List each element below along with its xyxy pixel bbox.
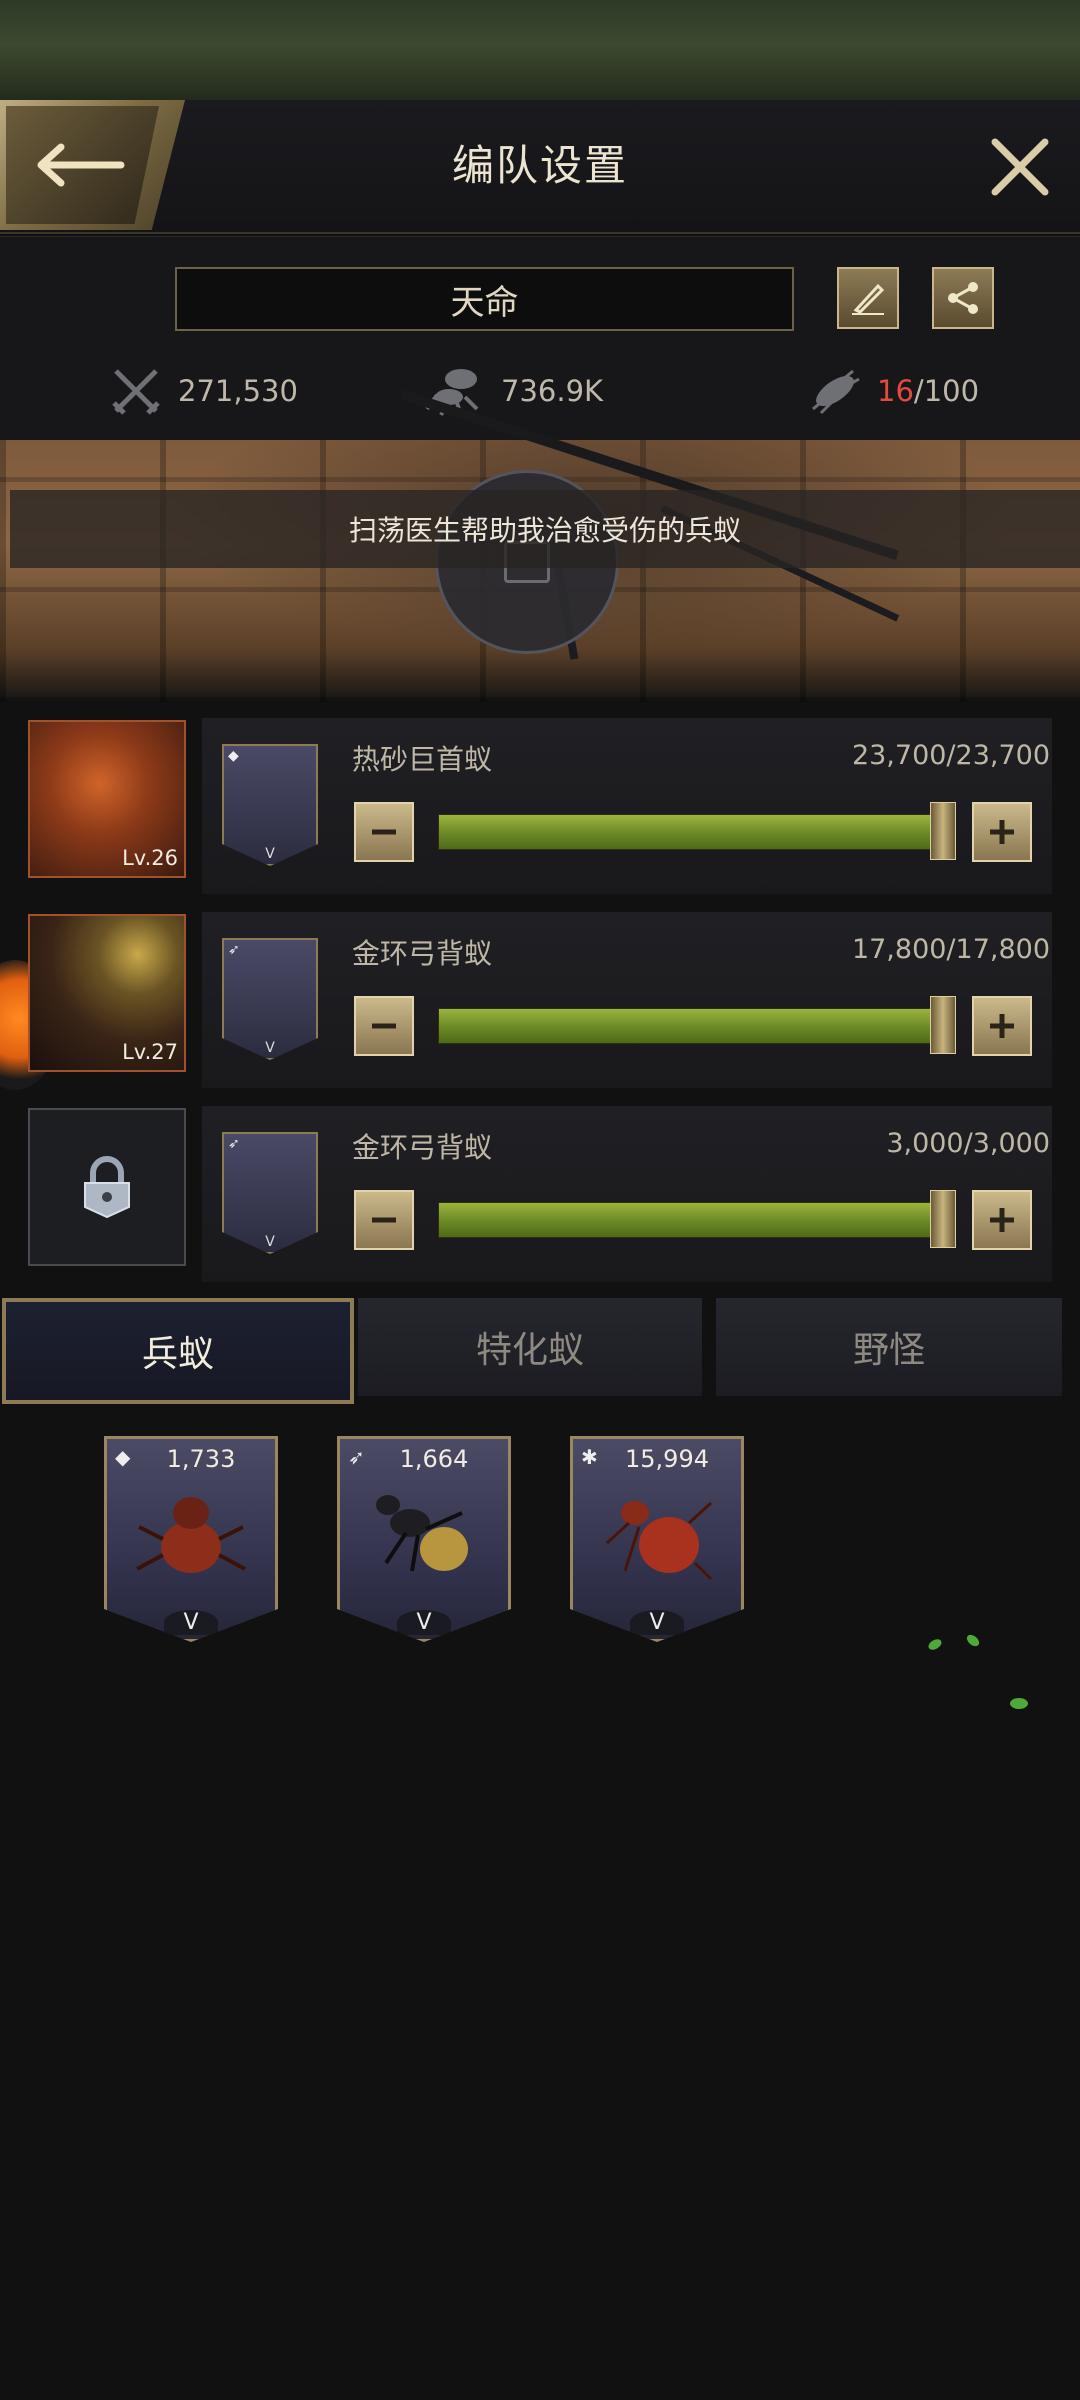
- background-forest: [0, 0, 1080, 110]
- bow-icon: ➶: [228, 942, 240, 958]
- edit-name-button[interactable]: [837, 267, 899, 329]
- increase-button[interactable]: [972, 1190, 1032, 1250]
- troop-count-current: 16: [877, 374, 914, 408]
- ant-rank: V: [630, 1610, 684, 1635]
- plus-icon: [990, 1208, 1014, 1232]
- quantity-slider-track[interactable]: [438, 1202, 940, 1238]
- slot-level: Lv.26: [122, 846, 178, 870]
- decrease-button[interactable]: [354, 802, 414, 862]
- ant-count: 1,664: [399, 1445, 469, 1473]
- ant-count: 1,733: [166, 1445, 236, 1473]
- ant-count: 15,994: [625, 1445, 709, 1473]
- leaf-decoration: [926, 1637, 944, 1652]
- unit-count: 17,800/17,800: [851, 934, 1050, 965]
- team-name-field[interactable]: 天命: [175, 267, 794, 331]
- load-value: 736.9K: [501, 374, 604, 408]
- share-button[interactable]: [932, 267, 994, 329]
- troop-count-separator: /: [913, 374, 924, 408]
- bow-icon: ➶: [228, 1136, 240, 1152]
- unit-card[interactable]: ➶ V: [222, 1132, 318, 1254]
- close-button[interactable]: [985, 132, 1055, 202]
- troop-row-3: ➶ V 金环弓背蚁 3,000/3,000: [202, 1106, 1052, 1282]
- minus-icon: [372, 1023, 396, 1029]
- tab-wild-monsters[interactable]: 野怪: [716, 1298, 1062, 1396]
- unit-name: 金环弓背蚁: [352, 1131, 493, 1164]
- quantity-slider-thumb[interactable]: [930, 802, 956, 860]
- unit-card[interactable]: ◆ V: [222, 744, 318, 866]
- unit-name: 热砂巨首蚁: [352, 743, 493, 776]
- slot-locked[interactable]: [28, 1108, 186, 1266]
- slot-level: Lv.27: [122, 1040, 178, 1064]
- troop-row-2: ➶ V 金环弓背蚁 17,800/17,800: [202, 912, 1052, 1088]
- unit-count: 3,000/3,000: [886, 1128, 1050, 1159]
- quantity-slider-track[interactable]: [438, 1008, 940, 1044]
- pen-icon: [852, 283, 885, 315]
- ant-rank: V: [397, 1610, 451, 1635]
- ant-card-1[interactable]: ◆ 1,733 V: [104, 1436, 278, 1642]
- tab-soldier-ants[interactable]: 兵蚁: [2, 1298, 354, 1404]
- unit-rank: V: [265, 1040, 275, 1056]
- increase-button[interactable]: [972, 802, 1032, 862]
- power-stat: 271,530: [110, 363, 298, 419]
- unit-card[interactable]: ➶ V: [222, 938, 318, 1060]
- unit-rank: V: [265, 846, 275, 862]
- black-ant-icon: [376, 1495, 468, 1572]
- decrease-button[interactable]: [354, 996, 414, 1056]
- page-title: 编队设置: [451, 141, 628, 190]
- banner-tip: 扫荡医生帮助我治愈受伤的兵蚁: [10, 490, 1080, 568]
- shield-icon: ◆: [228, 748, 239, 764]
- minus-icon: [372, 1217, 396, 1223]
- ant-card-2[interactable]: ➶ 1,664 V: [337, 1436, 511, 1642]
- plus-icon: [990, 1014, 1014, 1038]
- slot-portrait-2[interactable]: Lv.27: [28, 914, 186, 1072]
- decrease-button[interactable]: [354, 1190, 414, 1250]
- leaf-decoration: [1010, 1698, 1028, 1709]
- ant-card-3[interactable]: ✱ 15,994 V: [570, 1436, 744, 1642]
- crossed-swords-icon: [112, 369, 160, 415]
- soldier-ant-icon: [812, 369, 860, 415]
- lock-icon: [84, 1156, 130, 1219]
- tab-special-ants[interactable]: 特化蚁: [358, 1298, 702, 1396]
- share-icon: [948, 282, 978, 314]
- leaf-decoration: [964, 1632, 982, 1649]
- minus-icon: [372, 829, 396, 835]
- quantity-slider-track[interactable]: [438, 814, 940, 850]
- increase-button[interactable]: [972, 996, 1032, 1056]
- unit-name: 金环弓背蚁: [352, 937, 493, 970]
- close-icon: [991, 138, 1049, 196]
- unit-count: 23,700/23,700: [851, 740, 1050, 771]
- troop-count-max: 100: [923, 374, 980, 408]
- worker-ant-icon: [605, 1501, 713, 1581]
- troop-row-1: ◆ V 热砂巨首蚁 23,700/23,700: [202, 718, 1052, 894]
- power-value: 271,530: [178, 374, 298, 408]
- unit-rank: V: [265, 1234, 275, 1250]
- quantity-slider-thumb[interactable]: [930, 996, 956, 1054]
- plus-icon: [990, 820, 1014, 844]
- ant-rank: V: [164, 1610, 218, 1635]
- quantity-slider-thumb[interactable]: [930, 1190, 956, 1248]
- slot-portrait-1[interactable]: Lv.26: [28, 720, 186, 878]
- troop-count-stat: 16/100: [805, 363, 979, 419]
- red-ant-icon: [136, 1497, 246, 1573]
